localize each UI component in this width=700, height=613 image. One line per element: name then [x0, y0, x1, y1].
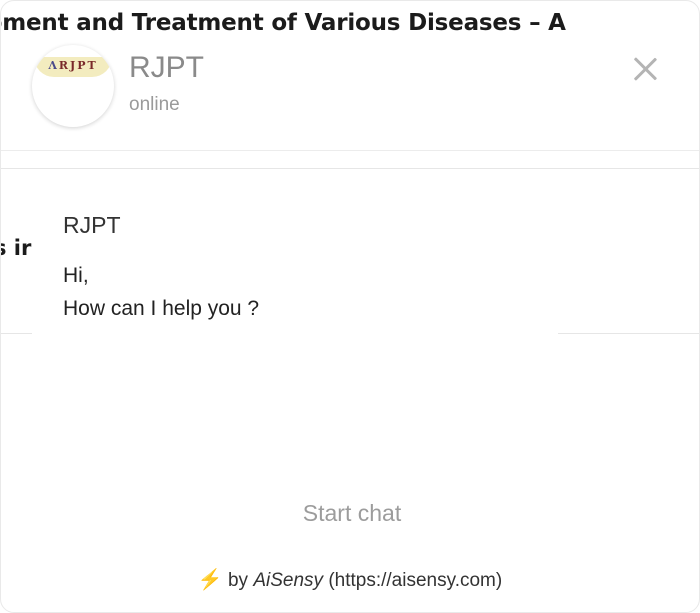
- avatar: Λ RJPT: [32, 45, 114, 127]
- chat-header-status: online: [129, 94, 180, 115]
- background-divider: [0, 168, 700, 169]
- footer-url[interactable]: (https://aisensy.com): [328, 570, 502, 591]
- message-text: Hi, How can I help you ?: [63, 259, 259, 325]
- message-line: How can I help you ?: [63, 297, 260, 320]
- lightning-bolt-icon: ⚡: [197, 569, 223, 591]
- footer-brand-link[interactable]: AiSensy: [253, 570, 323, 591]
- footer-prefix: by: [227, 570, 249, 591]
- chat-header-name: RJPT: [129, 51, 204, 84]
- background-text-fragment: s ir: [0, 236, 32, 260]
- close-icon[interactable]: [628, 52, 662, 86]
- message-line: Hi,: [63, 264, 89, 287]
- background-article-title: pment and Treatment of Various Diseases …: [0, 10, 566, 36]
- start-chat-button[interactable]: Start chat: [252, 500, 452, 527]
- message-sender: RJPT: [63, 212, 121, 238]
- powered-by-footer: ⚡ by AiSensy (https://aisensy.com): [0, 567, 700, 592]
- rjpt-logo: Λ RJPT: [34, 57, 112, 77]
